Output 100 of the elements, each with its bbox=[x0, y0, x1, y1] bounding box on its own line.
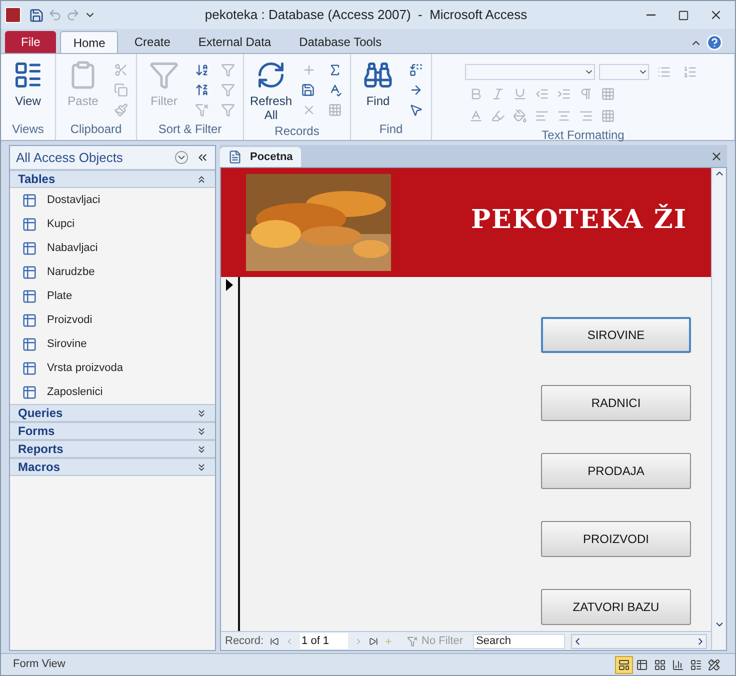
expand-icon bbox=[196, 426, 207, 436]
form-heading: PEKOTEKA ŽI bbox=[471, 202, 687, 237]
new-record-icon bbox=[302, 63, 316, 77]
expand-icon bbox=[196, 408, 207, 418]
group-header[interactable]: Tables bbox=[10, 170, 215, 188]
italic-icon bbox=[491, 87, 505, 101]
ribbon-tab[interactable]: External Data bbox=[186, 31, 284, 53]
expand-icon bbox=[196, 462, 207, 472]
refresh-icon bbox=[256, 60, 286, 90]
filter-icon bbox=[406, 636, 418, 646]
pointer-icon bbox=[409, 103, 423, 117]
sort-ascending-icon bbox=[195, 63, 209, 77]
group-header[interactable]: Reports bbox=[10, 440, 215, 458]
table-icon bbox=[22, 240, 37, 256]
clear-filter-icon bbox=[195, 103, 209, 117]
nav-item[interactable]: Dostavljaci bbox=[10, 188, 215, 212]
gridlines-icon bbox=[601, 87, 615, 101]
nav-item[interactable]: Plate bbox=[10, 284, 215, 308]
table-grid-icon bbox=[601, 109, 615, 123]
nav-item[interactable]: Sirovine bbox=[10, 332, 215, 356]
filter-icon bbox=[221, 83, 235, 97]
form-button[interactable]: RADNICI bbox=[541, 385, 691, 421]
vertical-scrollbar[interactable] bbox=[711, 168, 726, 650]
highlight-icon bbox=[491, 109, 505, 123]
group-label: Clipboard bbox=[69, 121, 123, 138]
close-document-icon[interactable] bbox=[710, 150, 723, 163]
table-icon bbox=[22, 264, 37, 280]
replace-icon bbox=[409, 63, 423, 77]
bold-icon bbox=[469, 87, 483, 101]
pilcrow-icon bbox=[579, 87, 593, 101]
spelling-icon bbox=[328, 83, 342, 97]
copy-icon bbox=[114, 83, 128, 97]
views-button[interactable]: View bbox=[5, 60, 51, 108]
group-label: Records bbox=[274, 123, 320, 140]
horizontal-scrollbar[interactable] bbox=[571, 634, 707, 648]
find-button[interactable]: Find bbox=[355, 60, 401, 120]
sigma-icon bbox=[328, 63, 342, 77]
collapse-icon bbox=[196, 174, 207, 184]
record-position[interactable]: 1 of 1 bbox=[300, 632, 348, 650]
numbering-icon bbox=[683, 65, 697, 79]
paintbrush-icon bbox=[114, 103, 128, 117]
ribbon-tab[interactable]: Create bbox=[122, 31, 182, 53]
form-button[interactable]: ZATVORI BAZU bbox=[541, 589, 691, 625]
view-icon bbox=[13, 60, 43, 90]
group-label: Sort & Filter bbox=[157, 121, 223, 138]
sort-descending-icon bbox=[195, 83, 209, 97]
document-tab[interactable]: Pocetna bbox=[220, 147, 301, 167]
dropdown-icon[interactable] bbox=[175, 151, 188, 164]
form-button[interactable]: PRODAJA bbox=[541, 453, 691, 489]
nav-item[interactable]: Kupci bbox=[10, 212, 215, 236]
table-icon bbox=[22, 384, 37, 400]
ribbon-tab[interactable]: Database Tools bbox=[287, 31, 394, 53]
group-header[interactable]: Macros bbox=[10, 458, 215, 476]
filter-icon bbox=[149, 60, 179, 90]
paint-bucket-icon bbox=[513, 109, 527, 123]
table-icon bbox=[22, 360, 37, 376]
form-icon bbox=[228, 150, 242, 164]
table-icon bbox=[22, 288, 37, 304]
help-icon[interactable] bbox=[706, 34, 723, 51]
binoculars-icon bbox=[363, 60, 393, 90]
nav-item[interactable]: Vrsta proizvoda bbox=[10, 356, 215, 380]
save-icon[interactable] bbox=[29, 8, 44, 22]
current-record-icon bbox=[226, 279, 233, 291]
grid-icon bbox=[328, 103, 342, 117]
pane-title: All Access Objects bbox=[16, 148, 124, 167]
nav-item[interactable]: Zaposlenici bbox=[10, 380, 215, 404]
group-label: Find bbox=[378, 121, 404, 138]
view-switch-icon[interactable] bbox=[615, 656, 633, 674]
shutter-icon[interactable] bbox=[196, 151, 209, 164]
window-title: pekoteka : Database (Access 2007) - Microsoft Access bbox=[204, 6, 528, 24]
ribbon-tab[interactable]: File bbox=[5, 31, 56, 53]
search-field[interactable]: Search bbox=[473, 634, 566, 648]
table-icon bbox=[22, 192, 37, 208]
nav-item[interactable]: Narudzbe bbox=[10, 260, 215, 284]
nav-item[interactable]: Nabavljaci bbox=[10, 236, 215, 260]
close-icon[interactable] bbox=[709, 8, 723, 22]
form-button[interactable]: PROIZVODI bbox=[541, 521, 691, 557]
table-icon bbox=[22, 216, 37, 232]
records-button[interactable]: Refresh All bbox=[248, 60, 294, 122]
record-label: Record: bbox=[225, 634, 264, 649]
ribbon-tab[interactable]: Home bbox=[60, 31, 118, 53]
restore-icon[interactable] bbox=[678, 10, 689, 20]
app-icon[interactable] bbox=[5, 7, 21, 23]
status-text: Form View bbox=[13, 657, 66, 672]
expand-icon bbox=[196, 444, 207, 454]
group-header[interactable]: Queries bbox=[10, 404, 215, 422]
group-header[interactable]: Forms bbox=[10, 422, 215, 440]
group-label: Text Formatting bbox=[540, 127, 626, 144]
filter-icon bbox=[221, 63, 235, 77]
last-record-icon[interactable] bbox=[368, 636, 378, 646]
filter-icon bbox=[221, 103, 235, 117]
align-left-icon bbox=[535, 109, 549, 123]
outdent-icon bbox=[535, 87, 549, 101]
first-record-icon[interactable] bbox=[270, 636, 279, 646]
group-label: Views bbox=[11, 121, 45, 138]
form-button[interactable]: SIROVINE bbox=[541, 317, 691, 353]
indent-icon bbox=[557, 87, 571, 101]
bullets-icon bbox=[657, 65, 671, 79]
nav-item[interactable]: Proizvodi bbox=[10, 308, 215, 332]
align-center-icon bbox=[557, 109, 571, 123]
